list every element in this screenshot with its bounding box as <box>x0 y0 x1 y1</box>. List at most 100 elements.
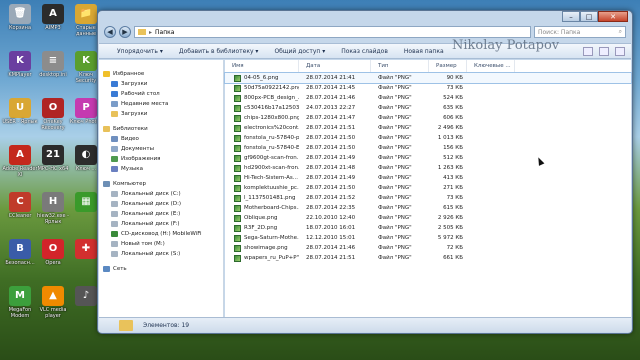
file-row[interactable]: Motherboard-Chips... 28.07.2014 22:35 Файл… <box>225 203 631 213</box>
desktop-icon[interactable]: U USER - Ярлык <box>2 98 38 125</box>
file-date: 28.07.2014 21:47 <box>306 115 356 121</box>
nav-item[interactable]: Библиотеки <box>99 124 223 134</box>
search-input[interactable]: Поиск: Папка ⌕ <box>534 26 626 38</box>
file-row[interactable]: c530416b17a12503f... 24.07.2013 22:27 Файл… <box>225 103 631 113</box>
file-size: 73 КБ <box>446 195 463 201</box>
nav-item[interactable]: Избранное <box>99 69 223 79</box>
nav-item[interactable]: CD-дисковод (H:) MobileWiFi <box>99 229 223 239</box>
toolbar-slideshow[interactable]: Показ слайдов <box>341 48 388 55</box>
image-file-icon <box>234 164 241 172</box>
file-size: 524 КБ <box>443 95 463 101</box>
file-date: 12.12.2010 15:01 <box>306 235 356 241</box>
search-placeholder: Поиск: Папка <box>538 28 581 36</box>
file-size: 1 263 КБ <box>437 165 463 171</box>
nav-item[interactable]: Компьютер <box>99 179 223 189</box>
maximize-button[interactable]: □ <box>580 11 598 22</box>
preview-pane-icon[interactable] <box>599 46 609 56</box>
toolbar-add-to-library[interactable]: Добавить в библиотеку ▾ <box>179 48 259 55</box>
file-row[interactable]: R3F_2D.png 18.07.2010 16:01 Файл "PNG" 2 50… <box>225 223 631 233</box>
nav-item-label: Локальный диск (F:) <box>121 221 180 227</box>
file-row[interactable]: wpapers_ru_PuP+P"... 28.07.2014 21:51 Файл… <box>225 253 631 263</box>
file-row[interactable]: hd2900xt-scan-fron... 28.07.2014 21:48 Фай… <box>225 163 631 173</box>
file-row[interactable]: Hi-Tech-Sistem-As... 28.07.2014 21:49 Файл… <box>225 173 631 183</box>
file-name-text: Motherboard-Chips... <box>244 205 299 211</box>
desktop-icon[interactable]: O OneKey Recovery <box>35 98 71 131</box>
address-bar[interactable]: ▸ Папка <box>134 26 531 38</box>
forward-button[interactable]: ▶ <box>119 26 131 38</box>
column-date[interactable]: Дата <box>299 60 371 72</box>
desktop-icon[interactable]: Hhiew32.exe - Ярлык <box>35 192 71 225</box>
file-row[interactable]: showimage.png 28.07.2014 21:46 Файл "PNG" 7… <box>225 243 631 253</box>
minimize-button[interactable]: – <box>562 11 580 22</box>
file-type: Файл "PNG" <box>378 135 412 141</box>
desktop-icon-label: desktop.ini <box>39 72 67 78</box>
nav-item-icon <box>103 71 110 77</box>
desktop-icon[interactable]: B Безопасн... <box>2 239 38 266</box>
toolbar-organize[interactable]: Упорядочить ▾ <box>117 48 163 55</box>
desktop-icon[interactable]: C CCleaner <box>2 192 38 219</box>
column-name[interactable]: Имя <box>225 60 299 72</box>
nav-item-label: Избранное <box>113 71 145 77</box>
nav-item[interactable]: Документы <box>99 144 223 154</box>
desktop-icon[interactable]: ≡ desktop.ini <box>35 51 71 78</box>
nav-item[interactable]: Локальный диск (S:) <box>99 249 223 259</box>
file-row[interactable]: 800px-PCB_design_... 28.07.2014 21:46 Файл… <box>225 93 631 103</box>
file-row[interactable]: Oblique.png 22.10.2010 12:40 Файл "PNG" 2 9… <box>225 213 631 223</box>
search-icon[interactable]: ⌕ <box>619 28 622 36</box>
file-row[interactable]: 50d75a0922142.png 28.07.2014 21:45 Файл "P… <box>225 83 631 93</box>
desktop-icon[interactable]: A AIMP3 <box>35 4 71 31</box>
nav-item[interactable]: Локальный диск (E:) <box>99 209 223 219</box>
column-tags[interactable]: Ключевые ... <box>467 60 515 72</box>
nav-item[interactable]: Локальный диск (C:) <box>99 189 223 199</box>
image-file-icon <box>234 94 241 102</box>
desktop-icon[interactable]: 🗑 Корзина <box>2 4 38 31</box>
nav-item[interactable]: Загрузки <box>99 109 223 119</box>
column-size[interactable]: Размер <box>429 60 467 72</box>
file-type: Файл "PNG" <box>378 255 412 261</box>
back-button[interactable]: ◀ <box>104 26 116 38</box>
address-path[interactable]: Папка <box>155 29 174 36</box>
image-file-icon <box>234 244 241 252</box>
file-row[interactable]: fonstola_ru-57840-E... 28.07.2014 21:50 Фа… <box>225 143 631 153</box>
desktop-icon[interactable]: M MegaFon Modem <box>2 286 38 319</box>
file-row[interactable]: Sega-Saturn-Mothe... 12.12.2010 15:01 Файл… <box>225 233 631 243</box>
toolbar-share[interactable]: Общий доступ ▾ <box>274 48 325 55</box>
image-file-icon <box>234 104 241 112</box>
nav-item[interactable]: Музыка <box>99 164 223 174</box>
nav-item[interactable]: Новый том (M:) <box>99 239 223 249</box>
app-icon: O <box>42 98 64 118</box>
nav-item[interactable]: Сеть <box>99 264 223 274</box>
desktop-icon[interactable]: 21 MPC-HC x64 <box>35 145 71 172</box>
file-type: Файл "PNG" <box>378 215 412 221</box>
file-row[interactable]: chips-1280x800.png 28.07.2014 21:47 Файл "… <box>225 113 631 123</box>
toolbar-new-folder[interactable]: Новая папка <box>404 48 444 55</box>
nav-item[interactable]: Рабочий стол <box>99 89 223 99</box>
desktop-icon-label: MPC-HC x64 <box>37 166 69 172</box>
desktop-icon[interactable]: O Opera <box>35 239 71 266</box>
column-type[interactable]: Тип <box>371 60 429 72</box>
file-row[interactable]: fonstola_ru-57840-p... 28.07.2014 21:50 Фа… <box>225 133 631 143</box>
file-row[interactable]: 04-05_6.png 28.07.2014 21:41 Файл "PNG" 90 … <box>224 72 632 84</box>
file-row[interactable]: electronics%20cont... 28.07.2014 21:51 Фай… <box>225 123 631 133</box>
app-icon: K <box>9 51 31 71</box>
app-icon: ◐ <box>75 145 97 165</box>
nav-item[interactable]: Недавние места <box>99 99 223 109</box>
desktop-icon[interactable]: A Adobe Reader XI <box>2 145 38 178</box>
file-row[interactable]: komplektuushie_pc... 28.07.2014 21:50 Файл… <box>225 183 631 193</box>
nav-item[interactable]: Локальный диск (F:) <box>99 219 223 229</box>
nav-item[interactable]: Локальный диск (D:) <box>99 199 223 209</box>
nav-item[interactable]: Изображения <box>99 154 223 164</box>
desktop-icon[interactable]: K KMPlayer <box>2 51 38 78</box>
file-row[interactable]: gf9600gt-scan-fron... 28.07.2014 21:49 Фай… <box>225 153 631 163</box>
file-list: Имя Дата Тип Размер Ключевые ... 04-05_6… <box>224 60 632 319</box>
app-icon: U <box>9 98 31 118</box>
close-button[interactable]: ✕ <box>598 11 628 22</box>
nav-item[interactable]: Видео <box>99 134 223 144</box>
desktop-icon[interactable]: ▲ VLC media player <box>35 286 71 319</box>
file-name: 800px-PCB_design_... <box>225 94 299 102</box>
path-separator[interactable]: ▸ <box>149 29 152 36</box>
help-icon[interactable] <box>615 46 625 56</box>
file-row[interactable]: l_1137501481.png 28.07.2014 21:52 Файл "PN… <box>225 193 631 203</box>
view-options-icon[interactable] <box>583 46 593 56</box>
nav-item[interactable]: Загрузки <box>99 79 223 89</box>
